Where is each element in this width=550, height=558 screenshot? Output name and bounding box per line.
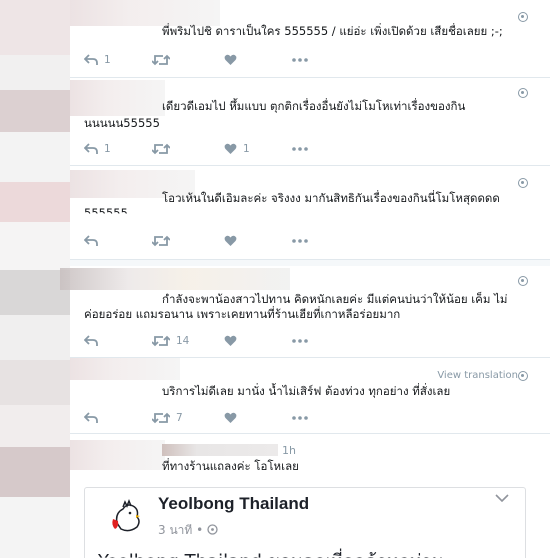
tweet[interactable]: กำลังจะพาน้องสาวไปทาน คิดหนักเลยค่ะ มีแต… — [60, 266, 550, 358]
tweet-text: พี่พริมไปชิ ดาราเป็นใคร 555555 / แย่อ่ะ … — [162, 24, 503, 38]
retweet-icon — [152, 412, 170, 424]
like-count: 1 — [243, 143, 250, 155]
tweet-actions: 1 — [84, 52, 344, 68]
censored-username — [60, 268, 290, 290]
retweet-button[interactable]: 7 — [152, 410, 183, 426]
avatar-pixel — [0, 222, 70, 270]
globe-icon — [518, 12, 528, 22]
globe-icon — [518, 88, 528, 98]
retweet-count: 14 — [176, 335, 190, 347]
avatar-pixel — [0, 55, 70, 90]
censored-username — [70, 358, 180, 380]
avatar-pixel — [0, 90, 70, 132]
retweet-icon — [152, 335, 170, 347]
avatar-pixel — [0, 182, 70, 222]
like-button[interactable]: 1 — [224, 141, 250, 157]
more-icon — [292, 416, 308, 420]
reply-button[interactable]: 1 — [84, 141, 111, 157]
censored-handle — [162, 444, 278, 456]
more-icon — [292, 339, 308, 343]
like-icon — [224, 143, 237, 154]
retweet-button[interactable] — [152, 52, 176, 68]
tweet[interactable]: View translation บริการไม่ดีเลย มานั่ง น… — [70, 358, 550, 434]
like-icon — [224, 235, 237, 246]
like-button[interactable] — [224, 233, 243, 249]
globe-icon — [518, 276, 528, 286]
reply-button[interactable] — [84, 410, 104, 426]
avatar-pixel — [0, 0, 70, 55]
view-translation-link[interactable]: View translation — [437, 370, 518, 381]
like-icon — [224, 335, 237, 346]
more-icon — [292, 58, 308, 62]
retweet-button[interactable]: 14 — [152, 333, 189, 349]
avatar-pixel — [0, 497, 70, 558]
avatar-pixel — [0, 132, 70, 182]
tweet-actions: 14 — [84, 333, 344, 349]
tweet-text-line2: ค่อยอร่อย แถมรอนาน เพราะเคยทานที่ร้านเฮี… — [84, 307, 401, 321]
tweet-actions — [84, 233, 344, 249]
censored-username — [70, 80, 165, 116]
avatar-pixel — [0, 447, 70, 497]
like-icon — [224, 412, 237, 423]
facebook-page-name: Yeolbong Thailand — [158, 494, 310, 513]
globe-icon — [518, 371, 528, 381]
like-button[interactable] — [224, 333, 243, 349]
chicken-logo — [104, 494, 150, 540]
retweet-button[interactable] — [152, 233, 176, 249]
facebook-post-image: Yeolbong Thailand 3 นาที • Yeolbong Thai… — [84, 487, 526, 558]
avatar-pixel — [0, 360, 70, 405]
reply-button[interactable]: 1 — [84, 52, 111, 68]
tweet[interactable]: โอวเห้นในดีเอิมละค่ะ จริงงง มากันสิทธิกั… — [70, 166, 550, 260]
tweet[interactable]: พี่พริมไปชิ ดาราเป็นใคร 555555 / แย่อ่ะ … — [70, 0, 550, 78]
more-button[interactable] — [292, 52, 308, 68]
globe-icon — [207, 524, 218, 535]
tweet-text: ที่ทางร้านแถลงค่ะ โอโหเลย — [162, 459, 299, 473]
retweet-button[interactable] — [152, 141, 176, 157]
retweet-count: 7 — [176, 412, 183, 424]
reply-count: 1 — [104, 54, 111, 66]
tweet-actions: 1 1 — [84, 141, 344, 157]
more-icon — [292, 239, 308, 243]
reply-icon — [84, 235, 98, 246]
tweet[interactable]: 1h ที่ทางร้านแถลงค่ะ โอโหเลย Yeolbong Th… — [70, 434, 550, 558]
reply-icon — [84, 143, 98, 154]
more-button[interactable] — [292, 141, 308, 157]
tweet-timestamp[interactable]: 1h — [282, 443, 296, 458]
more-button[interactable] — [292, 333, 308, 349]
retweet-icon — [152, 54, 170, 66]
chevron-down-icon — [495, 494, 509, 502]
avatar-pixel — [0, 405, 70, 447]
reply-button[interactable] — [84, 233, 104, 249]
tweet-text-line1: เดียวดีเอมไป หึ้มแบบ ตุกติกเรื่องอื่นยัง… — [162, 99, 466, 113]
tweet-feed: พี่พริมไปชิ ดาราเป็นใคร 555555 / แย่อ่ะ … — [60, 0, 550, 558]
reply-button[interactable] — [84, 333, 104, 349]
tweet-text: บริการไม่ดีเลย มานั่ง น้ำไม่เสิร์ฟ ต้องท… — [162, 384, 451, 398]
tweet-text-line1: โอวเห้นในดีเอิมละค่ะ จริงงง มากันสิทธิกั… — [162, 191, 500, 205]
facebook-post-time: 3 นาที • — [158, 521, 218, 540]
tweet-actions: 7 — [84, 410, 344, 426]
retweet-icon — [152, 143, 170, 155]
tweet[interactable]: เดียวดีเอมไป หึ้มแบบ ตุกติกเรื่องอื่นยัง… — [70, 78, 550, 166]
like-button[interactable] — [224, 52, 243, 68]
facebook-post-body: Yeolbong Thailand ขอบคุณที่ลูกค้าทุกท่าน… — [98, 546, 467, 558]
reply-count: 1 — [104, 143, 111, 155]
tweet-text-line2: นนนนน55555 — [84, 116, 160, 130]
more-button[interactable] — [292, 233, 308, 249]
censored-username — [70, 440, 165, 470]
tweet-text-line1: กำลังจะพาน้องสาวไปทาน คิดหนักเลยค่ะ มีแต… — [162, 292, 508, 306]
retweet-icon — [152, 235, 170, 247]
globe-icon — [518, 178, 528, 188]
reply-icon — [84, 54, 98, 65]
reply-icon — [84, 412, 98, 423]
more-button[interactable] — [292, 410, 308, 426]
like-button[interactable] — [224, 410, 243, 426]
more-icon — [292, 147, 308, 151]
avatar-pixel — [0, 315, 70, 360]
tweet-text-line2: 555555 — [84, 206, 128, 220]
like-icon — [224, 54, 237, 65]
reply-icon — [84, 335, 98, 346]
censored-username — [70, 0, 220, 26]
